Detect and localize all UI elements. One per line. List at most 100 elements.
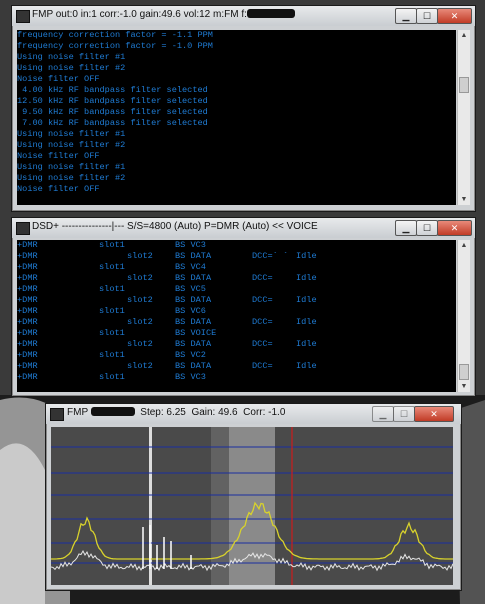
fmp-spectrum-window[interactable]: FMP Step: 6.25 Gain: 49.6 Corr: -1.0 ▁ ☐… <box>45 403 462 591</box>
dsd-console-scrollbar[interactable]: ▲ ▼ <box>457 240 470 392</box>
dsd-slot2-cell: slot2 <box>127 251 153 261</box>
dsd-type-cell: BS DATA <box>175 295 212 305</box>
dsd-log-row: +DMR slot1 BS VC5 <box>17 284 456 295</box>
fmp-spectrum-title: FMP Step: 6.25 Gain: 49.6 Corr: -1.0 <box>67 407 285 418</box>
close-button[interactable]: ✕ <box>437 220 472 236</box>
fmp-console-scrollbar[interactable]: ▲ ▼ <box>457 30 470 205</box>
dsd-console-output[interactable]: +DMR slot1 BS VC3 +DMR slot2 BS DATA DCC=` ` Id… <box>17 240 456 392</box>
console-line: Using noise filter #2 <box>17 63 126 73</box>
maximize-button[interactable]: ☐ <box>393 406 415 422</box>
fmp-spectrum-title-text: FMP <box>67 407 88 418</box>
dsd-status-cell: Idle <box>296 339 317 349</box>
maximize-button[interactable]: ☐ <box>416 220 438 236</box>
dsd-type-cell: BS VOICE <box>175 328 217 338</box>
dsd-console-window[interactable]: DSD+ ---------------|--- S/S=4800 (Auto)… <box>11 217 476 397</box>
dsd-slot1-cell: slot1 <box>99 350 125 360</box>
dsd-proto-cell: +DMR <box>17 251 38 261</box>
gain-readout: Gain: 49.6 <box>191 407 238 418</box>
console-line: Using noise filter #2 <box>17 140 126 150</box>
redacted-frequency <box>246 9 295 18</box>
scrollbar-thumb[interactable] <box>459 77 469 93</box>
dsd-proto-cell: +DMR <box>17 350 38 360</box>
dsd-status-cell: Idle <box>296 251 317 261</box>
dsd-log-row: +DMR slot1 BS VC3 <box>17 240 456 251</box>
dsd-dcc-cell: DCC= <box>252 273 273 283</box>
scroll-down-icon[interactable]: ▼ <box>458 381 470 392</box>
dsd-type-cell: BS DATA <box>175 317 212 327</box>
redacted-frequency <box>90 407 135 416</box>
dsd-proto-cell: +DMR <box>17 317 38 327</box>
dsd-type-cell: BS VC4 <box>175 262 206 272</box>
scrollbar-thumb[interactable] <box>459 364 469 380</box>
console-line: Using noise filter #1 <box>17 162 126 172</box>
dsd-dcc-cell: DCC=` ` <box>252 251 289 261</box>
console-line: 7.00 kHz RF bandpass filter selected <box>17 118 208 128</box>
dsd-console-title: DSD+ ---------------|--- S/S=4800 (Auto)… <box>32 221 318 232</box>
scroll-up-icon[interactable]: ▲ <box>458 30 470 41</box>
minimize-button[interactable]: ▁ <box>372 406 394 422</box>
dsd-type-cell: BS VC3 <box>175 240 206 250</box>
dsd-type-cell: BS VC5 <box>175 284 206 294</box>
dsd-slot1-cell: slot1 <box>99 306 125 316</box>
close-button[interactable]: ✕ <box>414 406 454 422</box>
scroll-up-icon[interactable]: ▲ <box>458 240 470 251</box>
minimize-button[interactable]: ▁ <box>395 220 417 236</box>
window-app-icon <box>50 408 64 421</box>
console-line: Noise filter OFF <box>17 184 100 194</box>
dsd-log-row: +DMR slot2 BS DATA DCC= Idle <box>17 273 456 284</box>
dsd-status-cell: Idle <box>296 361 317 371</box>
dsd-type-cell: BS DATA <box>175 339 212 349</box>
dsd-dcc-cell: DCC= <box>252 295 273 305</box>
fmp-console-title-text: FMP out:0 in:1 corr:-1.0 gain:49.6 vol:1… <box>32 9 247 20</box>
dsd-dcc-cell: DCC= <box>252 361 273 371</box>
minimize-icon: ▁ <box>402 223 410 233</box>
dsd-proto-cell: +DMR <box>17 240 38 250</box>
dsd-type-cell: BS DATA <box>175 251 212 261</box>
dsd-slot2-cell: slot2 <box>127 317 153 327</box>
window-app-icon <box>16 222 30 235</box>
dsd-log-row: +DMR slot1 BS VC3 <box>17 372 456 383</box>
maximize-icon: ☐ <box>422 11 432 21</box>
dsd-type-cell: BS DATA <box>175 361 212 371</box>
fmp-spectrum-titlebar[interactable]: FMP Step: 6.25 Gain: 49.6 Corr: -1.0 ▁ ☐… <box>46 404 461 424</box>
dsd-type-cell: BS VC3 <box>175 372 206 382</box>
dsd-type-cell: BS VC2 <box>175 350 206 360</box>
dsd-proto-cell: +DMR <box>17 306 38 316</box>
close-icon: ✕ <box>450 223 459 233</box>
minimize-button[interactable]: ▁ <box>395 8 417 24</box>
dsd-proto-cell: +DMR <box>17 372 38 382</box>
dsd-log-row: +DMR slot2 BS DATA DCC= Idle <box>17 317 456 328</box>
maximize-button[interactable]: ☐ <box>416 8 438 24</box>
fmp-console-titlebar[interactable]: FMP out:0 in:1 corr:-1.0 gain:49.6 vol:1… <box>12 6 475 26</box>
window-app-icon <box>16 10 30 23</box>
scroll-down-icon[interactable]: ▼ <box>458 194 470 205</box>
dsd-status-cell: Idle <box>296 295 317 305</box>
spectrum-display[interactable] <box>51 427 453 585</box>
dsd-slot1-cell: slot1 <box>99 372 125 382</box>
dsd-console-titlebar[interactable]: DSD+ ---------------|--- S/S=4800 (Auto)… <box>12 218 475 238</box>
console-line: frequency correction factor = -1.0 PPM <box>17 41 213 51</box>
dsd-slot2-cell: slot2 <box>127 273 153 283</box>
filter-passband-outer <box>211 427 229 585</box>
console-line: Using noise filter #1 <box>17 129 126 139</box>
corr-readout: Corr: -1.0 <box>243 407 286 418</box>
dsd-slot1-cell: slot1 <box>99 284 125 294</box>
console-line: frequency correction factor = -1.1 PPM <box>17 30 213 40</box>
close-icon: ✕ <box>430 409 438 419</box>
fmp-console-output[interactable]: frequency correction factor = -1.1 PPM fr… <box>17 30 456 205</box>
dsd-proto-cell: +DMR <box>17 284 38 294</box>
fmp-console-window[interactable]: FMP out:0 in:1 corr:-1.0 gain:49.6 vol:1… <box>11 5 476 212</box>
dsd-log-row: +DMR slot2 BS DATA DCC= Idle <box>17 339 456 350</box>
maximize-icon: ☐ <box>399 409 409 419</box>
dsd-log-row: +DMR slot1 BS VC4 <box>17 262 456 273</box>
dsd-slot1-cell: slot1 <box>99 240 125 250</box>
console-line: 12.50 kHz RF bandpass filter selected <box>17 96 208 106</box>
console-line: Using noise filter #1 <box>17 52 126 62</box>
close-button[interactable]: ✕ <box>437 8 472 24</box>
console-line: 9.50 kHz RF bandpass filter selected <box>17 107 208 117</box>
dsd-dcc-cell: DCC= <box>252 339 273 349</box>
dsd-log-row: +DMR slot1 BS VOICE <box>17 328 456 339</box>
dsd-slot2-cell: slot2 <box>127 339 153 349</box>
fmp-console-title: FMP out:0 in:1 corr:-1.0 gain:49.6 vol:1… <box>32 9 295 20</box>
dsd-slot1-cell: slot1 <box>99 328 125 338</box>
